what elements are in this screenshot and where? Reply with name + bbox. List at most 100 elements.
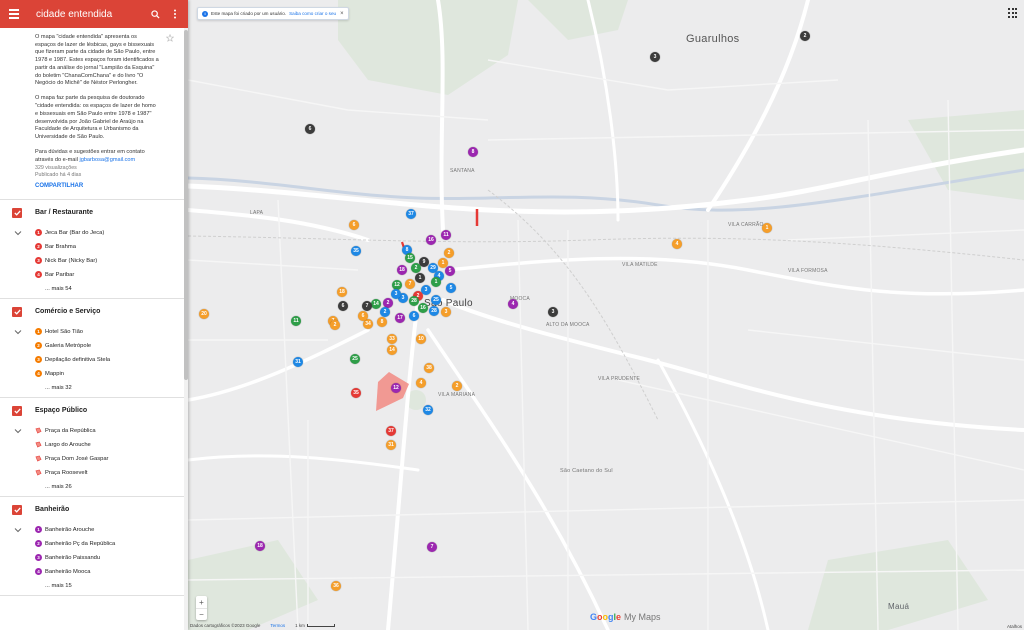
create-map-link[interactable]: Saiba como criar o seu [289,11,336,16]
map-marker[interactable]: 28 [409,296,419,306]
map-marker[interactable]: 8 [377,317,387,327]
list-item[interactable]: Largo do Arouche [35,438,188,452]
layer-checkbox[interactable] [12,207,22,218]
map-marker[interactable]: 3 [441,307,451,317]
map-marker[interactable]: 15 [405,253,415,263]
map-marker[interactable]: 20 [199,309,209,319]
list-item[interactable]: 2 Bar Brahma [35,240,188,254]
show-more-link[interactable]: ... mais 54 [35,282,188,296]
zoom-out-button[interactable]: − [196,608,207,620]
list-item[interactable]: 4 Bar Paribar [35,268,188,282]
map-marker[interactable]: 6 [409,311,419,321]
list-item[interactable]: 2 Galeria Metrópole [35,339,188,353]
map-marker[interactable]: 1 [415,273,425,283]
map-marker[interactable]: 7 [362,301,372,311]
map-marker[interactable]: 25 [350,354,360,364]
scrollbar-thumb[interactable] [184,30,188,380]
map-marker[interactable]: 6 [358,311,368,321]
map-marker[interactable]: 31 [293,357,303,367]
map-marker[interactable]: 8 [468,147,478,157]
map-marker[interactable]: 14 [387,345,397,355]
share-button[interactable]: COMPARTILHAR [35,183,174,191]
map-marker[interactable]: 18 [397,265,407,275]
map-marker[interactable]: 6 [338,301,348,311]
map-marker[interactable]: 36 [331,581,341,591]
show-more-link[interactable]: ... mais 15 [35,579,188,593]
chevron-down-icon[interactable] [14,329,22,335]
list-item[interactable]: 3 Depilação definitiva Stela [35,353,188,367]
map-marker[interactable]: 16 [418,303,428,313]
contact-email-link[interactable]: jgbarbosa@gmail.com [79,157,135,163]
map-marker[interactable]: 1 [762,223,772,233]
map-marker[interactable]: 10 [416,334,426,344]
list-item[interactable]: 3 Nick Bar (Nicky Bar) [35,254,188,268]
map-marker[interactable]: 3 [650,52,660,62]
list-item[interactable]: 4 Mappin [35,367,188,381]
layer-checkbox[interactable] [12,306,22,317]
map-marker[interactable]: 37 [406,209,416,219]
map-marker[interactable]: 5 [445,266,455,276]
map-marker[interactable]: 28 [429,306,439,316]
map-marker[interactable]: 7 [405,279,415,289]
map-marker[interactable]: 18 [337,287,347,297]
map-marker[interactable]: 11 [441,230,451,240]
show-more-link[interactable]: ... mais 32 [35,381,188,395]
zoom-in-button[interactable]: + [196,596,207,608]
map-marker[interactable]: 1 [431,277,441,287]
map-marker[interactable]: 14 [371,299,381,309]
map-marker[interactable]: 35 [351,246,361,256]
map-marker[interactable]: 5 [446,283,456,293]
map-marker[interactable]: 4 [672,239,682,249]
map-marker[interactable]: 2 [444,248,454,258]
map-marker[interactable]: 31 [386,440,396,450]
terms-link[interactable]: Termos [270,623,285,628]
list-item[interactable]: 2 Banheirão Pç da República [35,537,188,551]
map-marker[interactable]: 33 [387,334,397,344]
map-marker[interactable]: 2 [411,263,421,273]
map-marker[interactable]: 18 [255,541,265,551]
layer-checkbox[interactable] [12,504,22,515]
map-marker[interactable]: 7 [427,542,437,552]
map-marker[interactable]: 38 [424,363,434,373]
map-marker[interactable]: 2 [452,381,462,391]
map-marker[interactable]: 6 [349,220,359,230]
list-item[interactable]: 1 Banheirão Arouche [35,523,188,537]
more-vert-icon[interactable] [168,7,182,21]
chevron-down-icon[interactable] [14,230,22,236]
map-marker[interactable]: 17 [395,313,405,323]
close-icon[interactable]: × [340,11,344,17]
shortcuts-link[interactable]: Atalhos [1007,624,1022,629]
map-marker[interactable]: 32 [423,405,433,415]
chevron-down-icon[interactable] [14,428,22,434]
list-item[interactable]: 1 Hotel São Tião [35,325,188,339]
layer-checkbox[interactable] [12,405,22,416]
map-marker[interactable]: 2 [380,307,390,317]
map-marker[interactable]: 12 [391,383,401,393]
search-icon[interactable] [148,7,162,21]
chevron-down-icon[interactable] [14,527,22,533]
apps-grid-icon[interactable] [1008,8,1018,18]
map-marker[interactable]: 6 [305,124,315,134]
map-marker[interactable]: 35 [351,388,361,398]
star-icon[interactable] [166,34,174,42]
list-item[interactable]: 4 Banheirão Mooca [35,565,188,579]
list-item[interactable]: 3 Banheirão Paissandu [35,551,188,565]
list-item[interactable]: Praça Dom José Gaspar [35,452,188,466]
map-marker[interactable]: 11 [291,316,301,326]
map-marker[interactable]: 2 [800,31,810,41]
map-marker[interactable]: 2 [330,320,340,330]
map-canvas[interactable]: i Este mapa foi criado por um usuário. S… [188,0,1024,630]
map-marker[interactable]: 3 [391,289,401,299]
show-more-link[interactable]: ... mais 26 [35,480,188,494]
menu-icon[interactable] [6,6,22,22]
list-item[interactable]: Praça Roosevelt [35,466,188,480]
map-marker[interactable]: 25 [431,295,441,305]
map-marker[interactable]: 3 [548,307,558,317]
map-marker[interactable]: 16 [426,235,436,245]
list-item[interactable]: 1 Jeca Bar (Bar do Jeca) [35,226,188,240]
layer-title: Bar / Restaurante [35,209,93,217]
map-marker[interactable]: 4 [508,299,518,309]
map-marker[interactable]: 37 [386,426,396,436]
list-item[interactable]: Praça da República [35,424,188,438]
map-marker[interactable]: 4 [416,378,426,388]
